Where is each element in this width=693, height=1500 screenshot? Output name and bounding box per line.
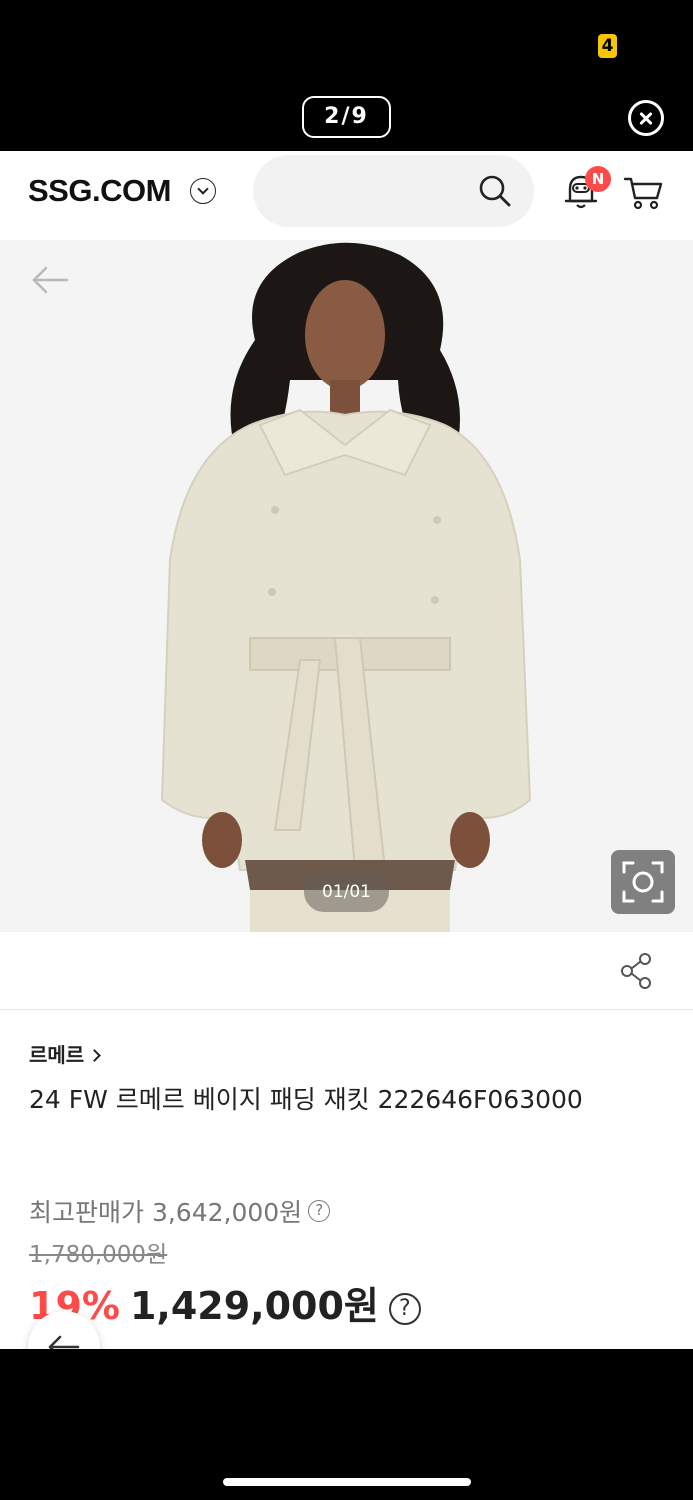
site-header: SSG.COM N bbox=[0, 151, 693, 240]
max-price: 최고판매가 3,642,000원? bbox=[29, 1193, 331, 1229]
close-icon[interactable] bbox=[628, 100, 664, 136]
camera-lens-button[interactable] bbox=[611, 850, 675, 914]
chevron-down-icon[interactable] bbox=[190, 178, 216, 204]
arrow-left-icon[interactable] bbox=[30, 264, 70, 296]
share-row bbox=[0, 932, 693, 1010]
viewer-page-counter: 2/9 bbox=[302, 96, 391, 138]
sale-price: 1,429,000원 bbox=[129, 1284, 379, 1328]
product-page: SSG.COM N 01/01 르메르 24 FW 르메르 베이지 패딩 재킷 … bbox=[0, 151, 693, 1349]
share-icon[interactable] bbox=[619, 952, 653, 990]
site-logo[interactable]: SSG.COM bbox=[28, 173, 171, 209]
product-photo bbox=[0, 240, 693, 932]
cart-icon[interactable] bbox=[622, 173, 664, 211]
floating-back-button[interactable] bbox=[28, 1311, 100, 1349]
home-indicator bbox=[223, 1478, 471, 1486]
image-counter: 01/01 bbox=[304, 872, 389, 912]
brand-link[interactable]: 르메르 bbox=[29, 1039, 102, 1068]
max-price-label: 최고판매가 3,642,000원 bbox=[29, 1198, 303, 1227]
search-icon[interactable] bbox=[478, 174, 512, 208]
camera-lens-icon bbox=[622, 861, 664, 903]
chevron-right-icon bbox=[88, 1049, 102, 1062]
help-icon[interactable]: ? bbox=[308, 1200, 331, 1222]
notification-badge: N bbox=[585, 166, 611, 192]
brand-name: 르메르 bbox=[29, 1043, 85, 1067]
help-icon[interactable]: ? bbox=[388, 1292, 421, 1325]
arrow-left-icon bbox=[48, 1335, 80, 1349]
product-title: 24 FW 르메르 베이지 패딩 재킷 222646F063000 bbox=[29, 1085, 583, 1114]
status-badge: 4 bbox=[598, 34, 617, 58]
image-viewer-top-bar: 4 2/9 bbox=[0, 0, 693, 151]
product-image[interactable]: 01/01 bbox=[0, 240, 693, 932]
original-price: 1,780,000원 bbox=[29, 1242, 168, 1268]
